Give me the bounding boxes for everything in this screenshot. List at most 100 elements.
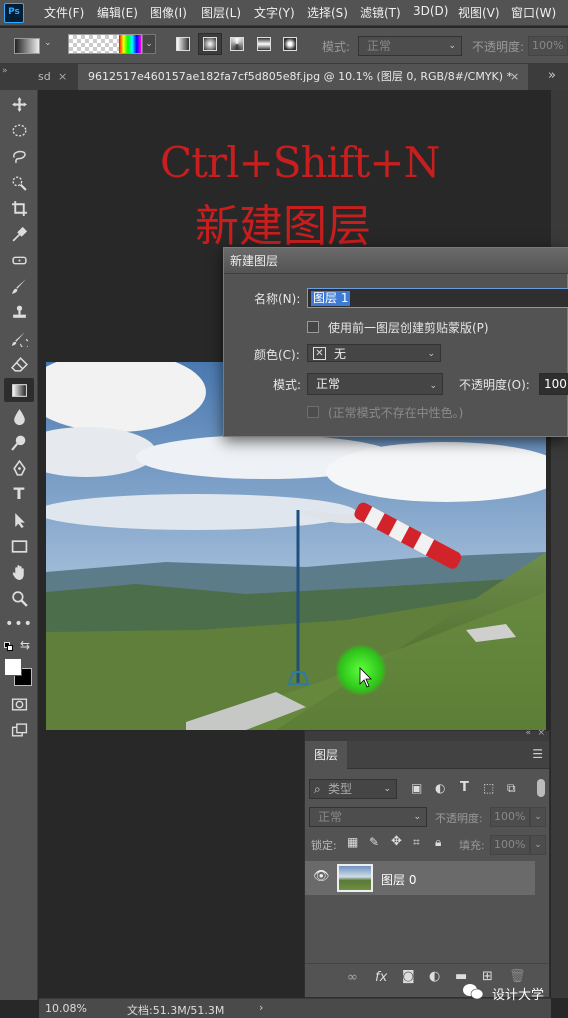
lasso-tool-icon[interactable]	[4, 144, 34, 168]
radial-gradient-icon	[203, 37, 217, 51]
status-menu-arrow-icon[interactable]: ›	[259, 1001, 263, 1014]
fx-icon[interactable]: fx	[375, 970, 387, 985]
layer-opacity-input[interactable]: 100%	[490, 807, 530, 827]
layer-filter-select[interactable]: ⌕ 类型 ⌄	[309, 779, 397, 799]
reflected-gradient-icon[interactable]	[257, 37, 271, 51]
opacity-dropdown[interactable]: ⌄	[530, 807, 546, 827]
menu-view[interactable]: 视图(V)	[458, 4, 500, 21]
type-tool-icon[interactable]: T	[4, 482, 34, 506]
eye-icon[interactable]: 👁︎	[313, 869, 330, 884]
quick-mask-icon[interactable]	[4, 692, 34, 716]
link-layers-icon[interactable]: ∞	[347, 970, 358, 985]
menu-window[interactable]: 窗口(W)	[511, 4, 556, 21]
lock-all-icon[interactable]: 🔒︎	[435, 835, 441, 850]
linear-gradient-icon[interactable]	[176, 37, 190, 51]
close-panel-icon[interactable]: ×	[537, 728, 545, 738]
more-tools-icon[interactable]: •••	[4, 612, 34, 636]
mode-select[interactable]: 正常 ⌄	[358, 36, 462, 56]
fill-dropdown[interactable]: ⌄	[530, 835, 546, 855]
opacity-input[interactable]: 100%	[528, 36, 568, 56]
lock-image-brush-icon[interactable]: ✎	[369, 835, 379, 849]
tab-previous-document[interactable]: sd ×	[36, 64, 76, 90]
mode-select[interactable]: 正常 ⌄	[307, 373, 443, 395]
menu-filter[interactable]: 滤镜(T)	[360, 4, 401, 21]
brush-tool-icon[interactable]	[4, 274, 34, 298]
lock-transparent-icon[interactable]: ▦	[347, 835, 358, 849]
tab-layers[interactable]: 图层	[305, 741, 347, 769]
fill-input[interactable]: 100%	[490, 835, 530, 855]
crop-tool-icon[interactable]	[4, 196, 34, 220]
menu-3d[interactable]: 3D(D)	[413, 4, 448, 18]
gradient-tool-icon[interactable]	[4, 378, 34, 402]
marquee-tool-icon[interactable]	[4, 118, 34, 142]
dodge-tool-icon[interactable]	[4, 430, 34, 454]
dialog-title[interactable]: 新建图层	[224, 248, 568, 274]
pixel-layer-filter-icon[interactable]: ▣	[411, 781, 422, 795]
eraser-tool-icon[interactable]	[4, 352, 34, 376]
neutral-color-checkbox[interactable]	[307, 406, 319, 418]
tab-current-document[interactable]: 9612517e460157ae182fa7cf5d805e8f.jpg @ 1…	[78, 64, 528, 90]
chevron-down-icon: ⌄	[413, 812, 421, 822]
tab-label: sd	[38, 70, 51, 83]
rectangle-tool-icon[interactable]	[4, 534, 34, 558]
close-icon[interactable]: ×	[58, 64, 67, 90]
clip-mask-checkbox[interactable]	[307, 321, 319, 333]
canvas-scroll-strip[interactable]	[551, 90, 568, 998]
swap-colors-icon[interactable]: ⇆	[20, 638, 30, 652]
opacity-input[interactable]: 100	[539, 373, 568, 395]
filter-toggle[interactable]	[537, 779, 545, 797]
document-size: 文档:51.3M/51.3M	[127, 1004, 225, 1017]
move-tool-icon[interactable]	[4, 92, 34, 116]
gradient-picker-dropdown[interactable]: ⌄	[142, 34, 156, 54]
foreground-color-swatch[interactable]	[4, 658, 22, 676]
color-select[interactable]: ✕ 无 ⌄	[307, 344, 441, 362]
shape-layer-filter-icon[interactable]: ⬚	[483, 781, 494, 795]
blur-tool-icon[interactable]	[4, 404, 34, 428]
delete-layer-icon[interactable]: 🗑︎	[509, 969, 526, 984]
history-brush-tool-icon[interactable]	[4, 326, 34, 350]
zoom-tool-icon[interactable]	[4, 586, 34, 610]
blend-mode-select[interactable]: 正常 ⌄	[309, 807, 427, 827]
type-layer-filter-icon[interactable]: T	[460, 780, 469, 795]
lock-position-icon[interactable]: ✥	[391, 834, 402, 849]
screen-mode-icon[interactable]	[4, 718, 34, 742]
title-overlay-text: 新建图层	[195, 201, 371, 252]
angle-gradient-icon[interactable]	[230, 37, 244, 51]
add-mask-icon[interactable]: ◙	[402, 969, 415, 984]
panel-menu-icon[interactable]: ☰	[532, 747, 543, 761]
lock-artboard-icon[interactable]: ⌗	[413, 835, 420, 850]
chevron-down-icon[interactable]: ⌄	[44, 38, 52, 48]
path-select-tool-icon[interactable]	[4, 508, 34, 532]
gradient-tool-preset-icon[interactable]	[14, 38, 40, 54]
close-icon[interactable]: ×	[510, 64, 519, 90]
layer-row[interactable]: 👁︎ 图层 0	[305, 861, 535, 895]
eyedropper-tool-icon[interactable]	[4, 222, 34, 246]
layer-name-input[interactable]: 图层 1	[307, 288, 568, 308]
smart-object-filter-icon[interactable]: ⧉	[507, 781, 516, 796]
menu-layer[interactable]: 图层(L)	[201, 4, 241, 21]
menu-select[interactable]: 选择(S)	[307, 4, 348, 21]
radial-gradient-button[interactable]	[198, 33, 222, 55]
pen-tool-icon[interactable]	[4, 456, 34, 480]
hand-tool-icon[interactable]	[4, 560, 34, 584]
default-colors-icon[interactable]	[4, 642, 14, 652]
menu-type[interactable]: 文字(Y)	[254, 4, 295, 21]
menu-image[interactable]: 图像(I)	[150, 4, 187, 21]
menu-file[interactable]: 文件(F)	[44, 4, 84, 21]
adjustment-layer-icon[interactable]: ◐	[429, 969, 440, 984]
menu-edit[interactable]: 编辑(E)	[97, 4, 138, 21]
mode-label: 模式:	[273, 378, 302, 392]
zoom-level[interactable]: 10.08%	[45, 1002, 87, 1015]
gradient-picker[interactable]	[68, 34, 142, 54]
tab-overflow-icon[interactable]: »	[548, 68, 556, 83]
diamond-gradient-icon[interactable]	[283, 37, 297, 51]
collapse-toolbar-icon[interactable]: »	[2, 66, 8, 76]
clone-stamp-tool-icon[interactable]	[4, 300, 34, 324]
photoshop-logo[interactable]: Ps	[4, 3, 24, 23]
chevron-down-icon: ⌄	[429, 381, 437, 391]
collapse-panel-icon[interactable]: «	[525, 728, 531, 738]
opacity-label: 不透明度:	[435, 812, 483, 825]
quick-select-tool-icon[interactable]	[4, 170, 34, 194]
healing-brush-tool-icon[interactable]	[4, 248, 34, 272]
adjustment-layer-filter-icon[interactable]: ◐	[435, 781, 445, 795]
